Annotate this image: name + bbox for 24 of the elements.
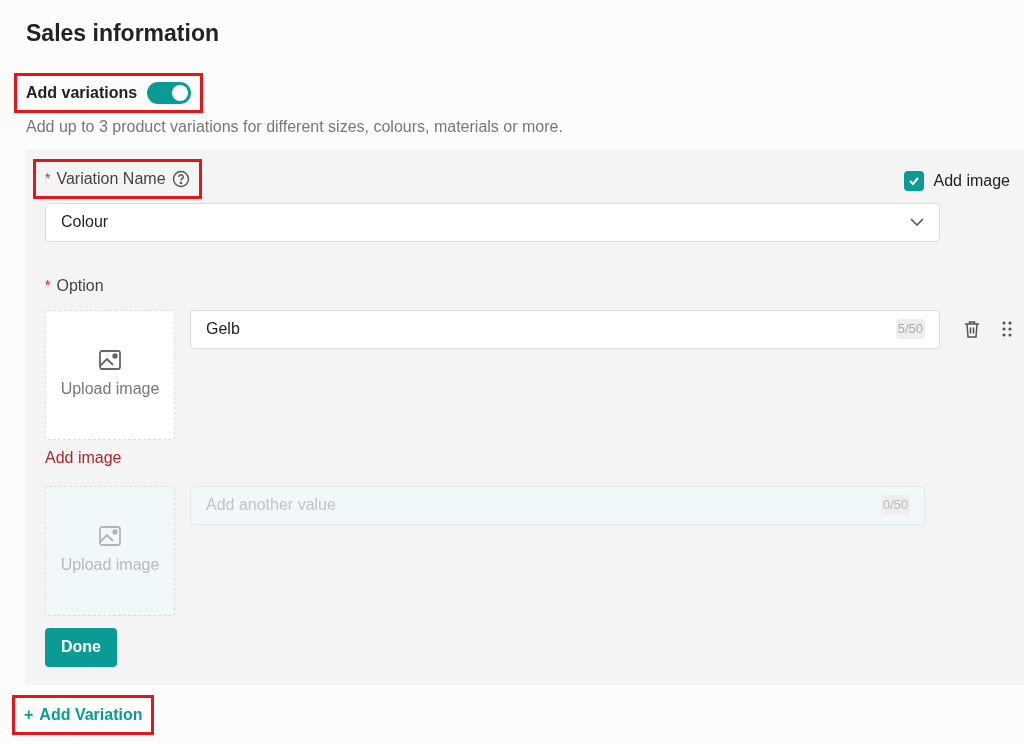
variation-name-select[interactable]: Colour [45, 202, 940, 242]
section-title: Sales information [26, 19, 220, 48]
chevron-down-icon [910, 218, 924, 226]
image-upload[interactable]: Upload image [45, 485, 175, 616]
toggle-label: Add variations [26, 82, 138, 103]
image-upload[interactable]: Upload image [45, 309, 175, 440]
image-icon [98, 524, 122, 547]
field-label: Variation Name [56, 168, 166, 189]
field-label: Option [56, 275, 104, 296]
add-variation-link[interactable]: + Add Variation [24, 702, 143, 727]
error-text: Add image [45, 447, 123, 468]
option-input[interactable]: Gelb 5/50 [190, 309, 940, 349]
image-icon [98, 348, 122, 371]
character-counter: 5/50 [895, 319, 925, 339]
description-text: Add up to 3 product variations for different sizes, colours, materials or more. [26, 116, 564, 137]
trash-icon[interactable] [964, 319, 980, 338]
done-button[interactable]: Done [45, 627, 117, 667]
add-image-checkbox[interactable] [903, 170, 924, 191]
required-mark: * [45, 169, 51, 188]
checkbox-label: Add image [933, 170, 1010, 191]
required-mark: * [45, 276, 51, 295]
variations-toggle[interactable] [147, 81, 192, 104]
help-icon [171, 169, 190, 188]
drag-handle-icon[interactable] [1002, 320, 1012, 337]
